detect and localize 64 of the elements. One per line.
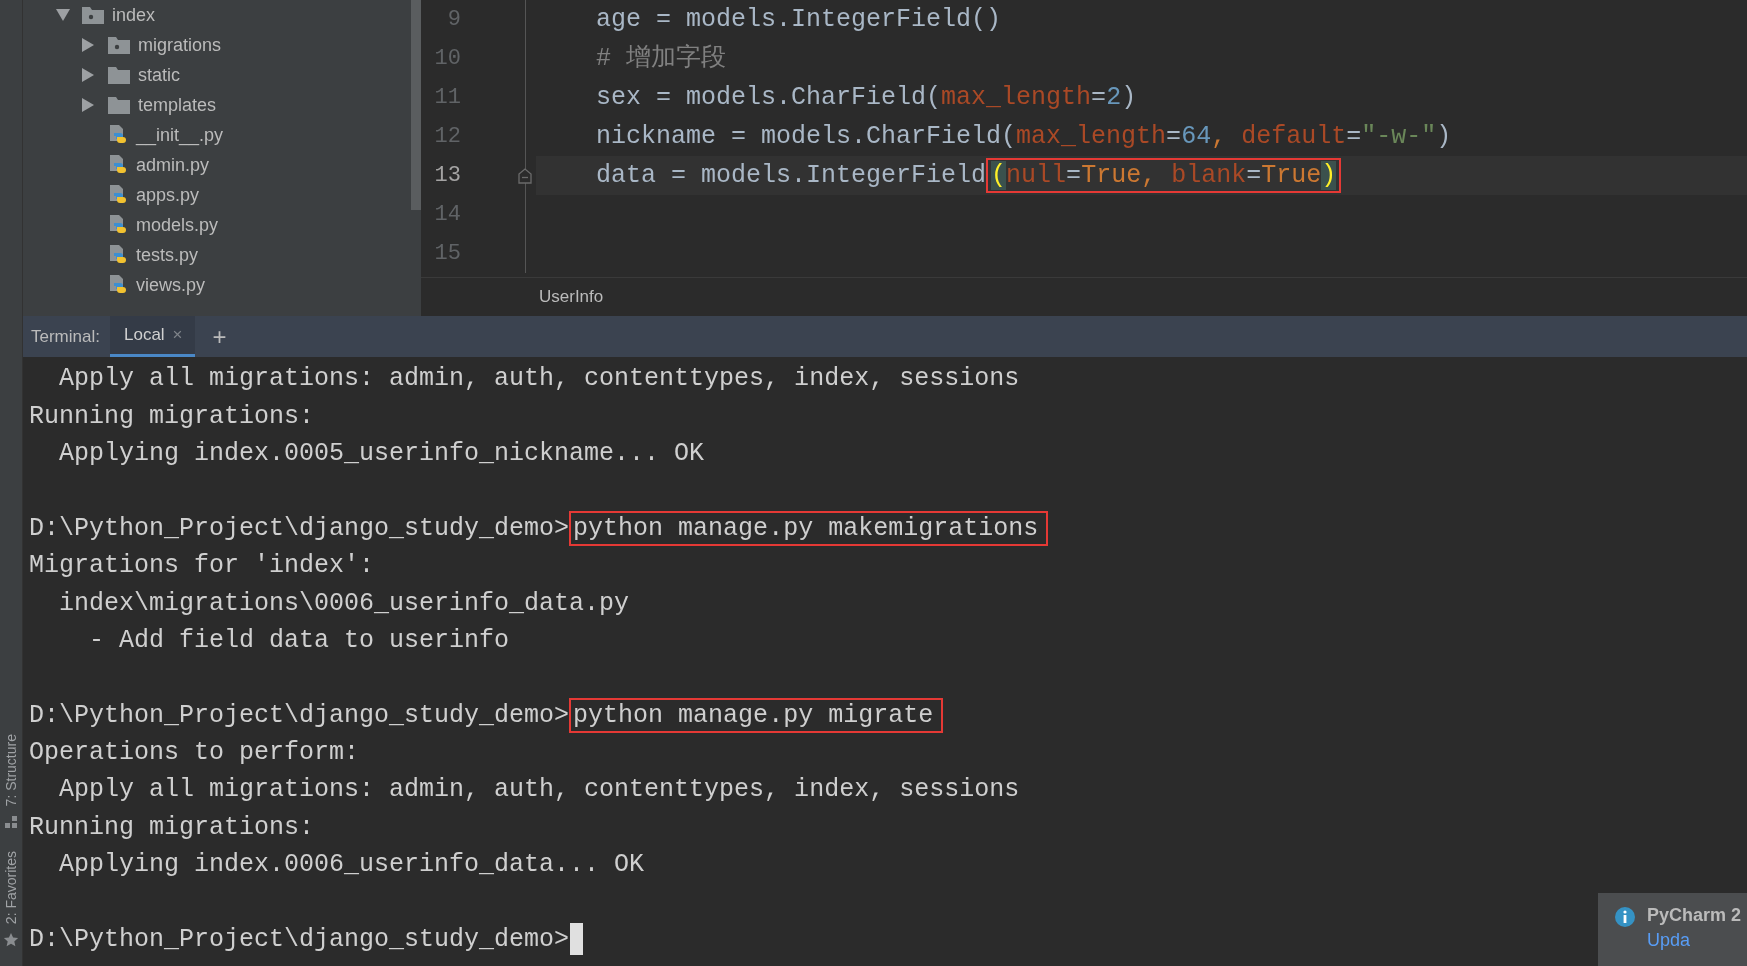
scrollbar[interactable] [411, 0, 421, 210]
terminal-line: Apply all migrations: admin, auth, contenttypes, index, sessions [58, 363, 1020, 396]
line-number: 9 [446, 7, 461, 32]
folder-icon [108, 66, 130, 84]
tree-item[interactable]: index [23, 0, 411, 30]
code-line: nickname = models.CharField(max_length=64, default="-w-") [595, 121, 1452, 153]
package-folder-icon [108, 36, 130, 54]
terminal-tab[interactable]: Local × [109, 316, 195, 357]
line-number: 14 [433, 202, 461, 227]
python-file-icon [108, 154, 128, 176]
tool-window-tab[interactable]: 2: Favorites [3, 846, 19, 928]
code-line: # 增加字段 [595, 43, 726, 75]
tree-item[interactable]: views.py [23, 270, 411, 300]
close-icon[interactable]: × [172, 325, 183, 345]
expand-arrow-icon[interactable] [82, 68, 94, 82]
panel-title: Terminal: [31, 326, 100, 347]
python-file-icon [108, 214, 128, 236]
tree-item[interactable]: migrations [23, 30, 411, 60]
terminal-line: Migrations for 'index': [29, 550, 375, 583]
terminal-line: Running migrations: [29, 811, 315, 844]
code-line: data = models.IntegerField (null=True, blank=True) [536, 156, 1342, 195]
line-number: 13 [433, 163, 461, 188]
terminal-line: - Add field data to userinfo [88, 624, 510, 657]
terminal-prompt: D:\Python_Project\django_study_demo> python manage.py makemigrations [29, 509, 1049, 547]
package-folder-icon [82, 6, 104, 24]
code-line: age = models.IntegerField() [595, 4, 1002, 36]
terminal-line: index\migrations\0006_userinfo_data.py [58, 587, 630, 620]
structure-icon[interactable] [4, 814, 18, 829]
collapse-arrow-icon[interactable] [56, 9, 70, 21]
tree-item[interactable]: tests.py [23, 240, 411, 270]
notification-title: PyCharm 2 [1647, 905, 1742, 926]
tree-item[interactable]: static [23, 60, 411, 90]
tree-item[interactable]: models.py [23, 210, 411, 240]
python-file-icon [108, 124, 128, 146]
python-file-icon [108, 244, 128, 266]
fold-icon[interactable] [518, 167, 532, 184]
tab-label[interactable]: Local [123, 325, 165, 345]
terminal-line: Applying index.0005_userinfo_nickname... OK [58, 437, 705, 470]
tree-item[interactable]: admin.py [23, 150, 411, 180]
info-icon [1615, 907, 1635, 927]
new-session-button[interactable]: + [208, 322, 231, 351]
terminal-prompt: D:\Python_Project\django_study_demo> [29, 921, 584, 959]
breadcrumb[interactable]: UserInfo [539, 287, 604, 308]
tool-window-tab[interactable]: 7: Structure [3, 730, 19, 811]
expand-arrow-icon[interactable] [82, 98, 94, 112]
line-number: 15 [433, 241, 461, 266]
expand-arrow-icon[interactable] [82, 38, 94, 52]
line-number: 10 [433, 46, 461, 71]
line-number: 12 [433, 124, 461, 149]
folder-icon [108, 96, 130, 114]
terminal-line: Applying index.0006_userinfo_data... OK [58, 849, 645, 882]
terminal-line: Running migrations: [29, 400, 315, 433]
terminal-line: Apply all migrations: admin, auth, contenttypes, index, sessions [58, 774, 1020, 807]
tree-item[interactable]: templates [23, 90, 411, 120]
python-file-icon [108, 274, 128, 296]
update-link[interactable]: Upda [1647, 930, 1742, 951]
code-line: sex = models.CharField(max_length=2) [595, 82, 1137, 114]
tree-item[interactable]: apps.py [23, 180, 411, 210]
python-file-icon [108, 184, 128, 206]
line-number: 11 [433, 85, 461, 110]
tree-item[interactable]: __init__.py [23, 120, 411, 150]
star-icon[interactable] [3, 932, 19, 948]
terminal-prompt: D:\Python_Project\django_study_demo> python manage.py migrate [29, 696, 944, 734]
terminal-line: Operations to perform: [29, 737, 360, 770]
